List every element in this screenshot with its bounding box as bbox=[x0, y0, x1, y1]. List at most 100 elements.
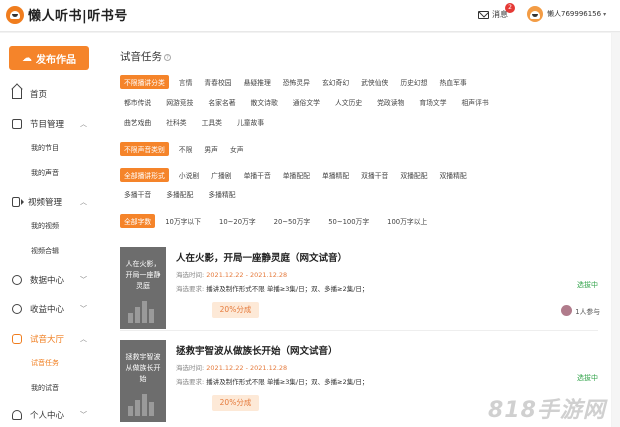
filter-genre[interactable]: 悬疑推理 bbox=[244, 77, 271, 87]
filter-genre[interactable]: 散文诗歌 bbox=[251, 97, 278, 107]
messages-button[interactable]: 消息 2 bbox=[478, 3, 515, 20]
chevron-up-icon: ︿ bbox=[80, 335, 87, 343]
task-date: 海选时间: 2021.12.22 - 2021.12.28 bbox=[176, 364, 288, 372]
task-cover-image[interactable]: 拯救宇智波从做族长开始 bbox=[120, 340, 166, 422]
sidebar-subitem-my-programs[interactable]: 我的节目 bbox=[31, 143, 59, 153]
task-requirement: 海选要求: 播讲及制作形式不限 单播≥3集/日；双、多播≥2集/日； bbox=[176, 378, 369, 386]
filter-genre[interactable]: 都市传说 bbox=[124, 97, 151, 107]
help-icon[interactable]: ? bbox=[164, 54, 171, 61]
task-cover-image[interactable]: 人在火影，开局一座静灵庭 bbox=[120, 247, 166, 329]
filter-genre[interactable]: 玄幻奇幻 bbox=[322, 77, 349, 87]
filter-wordcount[interactable]: 50~100万字 bbox=[328, 216, 369, 226]
filter-voice[interactable]: 不限 bbox=[179, 144, 193, 154]
sidebar-item-label: 试音大厅 bbox=[30, 335, 65, 345]
filter-wordcount[interactable]: 20~50万字 bbox=[274, 216, 311, 226]
filter-genre[interactable]: 工具类 bbox=[202, 117, 222, 127]
participants: 1人参与 bbox=[561, 305, 600, 316]
cover-graphic bbox=[128, 394, 158, 416]
sidebar-item-personal-center[interactable]: 个人中心 ﹀ bbox=[12, 409, 92, 421]
sidebar-item-label: 首页 bbox=[30, 90, 48, 100]
sidebar-item-label: 收益中心 bbox=[30, 305, 65, 315]
chevron-up-icon: ︿ bbox=[80, 198, 87, 206]
filter-voice-all[interactable]: 不限声音类别 bbox=[120, 142, 169, 156]
home-icon bbox=[12, 89, 22, 99]
video-icon bbox=[12, 197, 24, 207]
sidebar-item-income-center[interactable]: 收益中心 ﹀ bbox=[12, 303, 92, 315]
filter-style[interactable]: 双播精配 bbox=[440, 170, 467, 180]
filter-style[interactable]: 多播精配 bbox=[208, 189, 235, 199]
filter-style[interactable]: 双播配配 bbox=[400, 170, 427, 180]
filter-style-all[interactable]: 全部播讲形式 bbox=[120, 168, 169, 182]
filter-wordcount-all[interactable]: 全部字数 bbox=[120, 214, 156, 228]
filter-style[interactable]: 单播干音 bbox=[244, 170, 271, 180]
filter-style[interactable]: 小说剧 bbox=[179, 170, 199, 180]
filter-genre-all[interactable]: 不限播讲分类 bbox=[120, 75, 169, 89]
scrollbar[interactable] bbox=[612, 33, 620, 427]
logo-icon bbox=[6, 5, 24, 24]
filter-genre[interactable]: 武侠仙侠 bbox=[361, 77, 388, 87]
filter-genre[interactable]: 社科类 bbox=[166, 117, 186, 127]
task-title[interactable]: 拯救宇智波从做族长开始（网文试音） bbox=[176, 343, 338, 357]
filter-genre[interactable]: 人文历史 bbox=[335, 97, 362, 107]
filter-genre[interactable]: 言情 bbox=[179, 77, 193, 87]
publish-button[interactable]: ☁ 发布作品 bbox=[9, 46, 89, 70]
chevron-down-icon: ﹀ bbox=[80, 276, 87, 284]
task-date: 海选时间: 2021.12.22 - 2021.12.28 bbox=[176, 271, 288, 279]
messages-badge: 2 bbox=[505, 3, 515, 13]
sidebar-subitem-audition-tasks[interactable]: 试音任务 bbox=[31, 358, 59, 368]
voice-filter-row: 不限声音类别 不限 男声 女声 bbox=[120, 142, 256, 156]
microphone-icon bbox=[12, 334, 22, 344]
chevron-down-icon: ﹀ bbox=[80, 305, 87, 313]
revenue-share-badge: 20%分成 bbox=[212, 302, 259, 318]
style-filter-row-2: 多播干音 多播配配 多播精配 bbox=[124, 189, 251, 199]
filter-genre[interactable]: 党政读物 bbox=[377, 97, 404, 107]
user-menu[interactable]: 懒人769996156 ▾ bbox=[527, 6, 606, 22]
filter-wordcount[interactable]: 100万字以上 bbox=[387, 216, 427, 226]
user-icon bbox=[12, 410, 22, 420]
sidebar-item-data-center[interactable]: 数据中心 ﹀ bbox=[12, 274, 92, 286]
filter-genre[interactable]: 网游竞技 bbox=[166, 97, 193, 107]
filter-genre[interactable]: 相声评书 bbox=[462, 97, 489, 107]
filter-wordcount[interactable]: 10~20万字 bbox=[219, 216, 256, 226]
filter-style[interactable]: 多播干音 bbox=[124, 189, 151, 199]
filter-wordcount[interactable]: 10万字以下 bbox=[165, 216, 201, 226]
filter-style[interactable]: 广播剧 bbox=[211, 170, 231, 180]
sidebar-subitem-my-videos[interactable]: 我的视频 bbox=[31, 221, 59, 231]
status-badge: 选拔中 bbox=[577, 374, 598, 382]
upload-cloud-icon: ☁ bbox=[22, 52, 32, 64]
program-icon bbox=[12, 119, 22, 129]
participant-avatar bbox=[561, 305, 573, 316]
chevron-up-icon: ︿ bbox=[80, 120, 87, 128]
filter-genre[interactable]: 恐怖灵异 bbox=[283, 77, 310, 87]
filter-genre[interactable]: 名家名著 bbox=[208, 97, 235, 107]
filter-style[interactable]: 双播干音 bbox=[361, 170, 388, 180]
sidebar-item-label: 数据中心 bbox=[30, 276, 65, 286]
sidebar-item-video[interactable]: 视频管理 ︿ bbox=[12, 196, 92, 208]
genre-filter-row-3: 曲艺戏曲 社科类 工具类 儿童故事 bbox=[124, 117, 279, 127]
task-title[interactable]: 人在火影，开局一座静灵庭（网文试音） bbox=[176, 250, 347, 264]
cover-text: 人在火影，开局一座静灵庭 bbox=[125, 260, 161, 290]
filter-genre[interactable]: 儿童故事 bbox=[237, 117, 264, 127]
filter-genre[interactable]: 曲艺戏曲 bbox=[124, 117, 151, 127]
logo[interactable]: 懒人听书|听书号 bbox=[6, 5, 128, 24]
sidebar-subitem-video-collections[interactable]: 视频合辑 bbox=[31, 246, 59, 256]
filter-voice[interactable]: 男声 bbox=[204, 144, 218, 154]
filter-genre[interactable]: 历史幻想 bbox=[400, 77, 427, 87]
filter-voice[interactable]: 女声 bbox=[230, 144, 244, 154]
filter-style[interactable]: 多播配配 bbox=[166, 189, 193, 199]
filter-genre[interactable]: 育场文学 bbox=[419, 97, 446, 107]
username: 懒人769996156 bbox=[547, 10, 602, 18]
task-card[interactable]: 人在火影，开局一座静灵庭 人在火影，开局一座静灵庭（网文试音） 海选时间: 20… bbox=[120, 247, 600, 329]
sidebar-item-audition-hall[interactable]: 试音大厅 ︿ bbox=[12, 333, 92, 345]
sidebar-item-programs[interactable]: 节目管理 ︿ bbox=[12, 118, 92, 130]
filter-genre[interactable]: 通俗文学 bbox=[293, 97, 320, 107]
sidebar-subitem-my-voices[interactable]: 我的声音 bbox=[31, 168, 59, 178]
filter-genre[interactable]: 热血军事 bbox=[440, 77, 467, 87]
sidebar-item-home[interactable]: 首页 bbox=[12, 88, 92, 100]
sidebar-subitem-my-auditions[interactable]: 我的试音 bbox=[31, 383, 59, 393]
filter-style[interactable]: 单播配配 bbox=[283, 170, 310, 180]
filter-style[interactable]: 单播精配 bbox=[322, 170, 349, 180]
task-requirement: 海选要求: 播讲及制作形式不限 单播≥3集/日；双、多播≥2集/日； bbox=[176, 285, 369, 293]
filter-genre[interactable]: 青春校园 bbox=[204, 77, 231, 87]
sidebar-item-label: 个人中心 bbox=[30, 411, 65, 421]
